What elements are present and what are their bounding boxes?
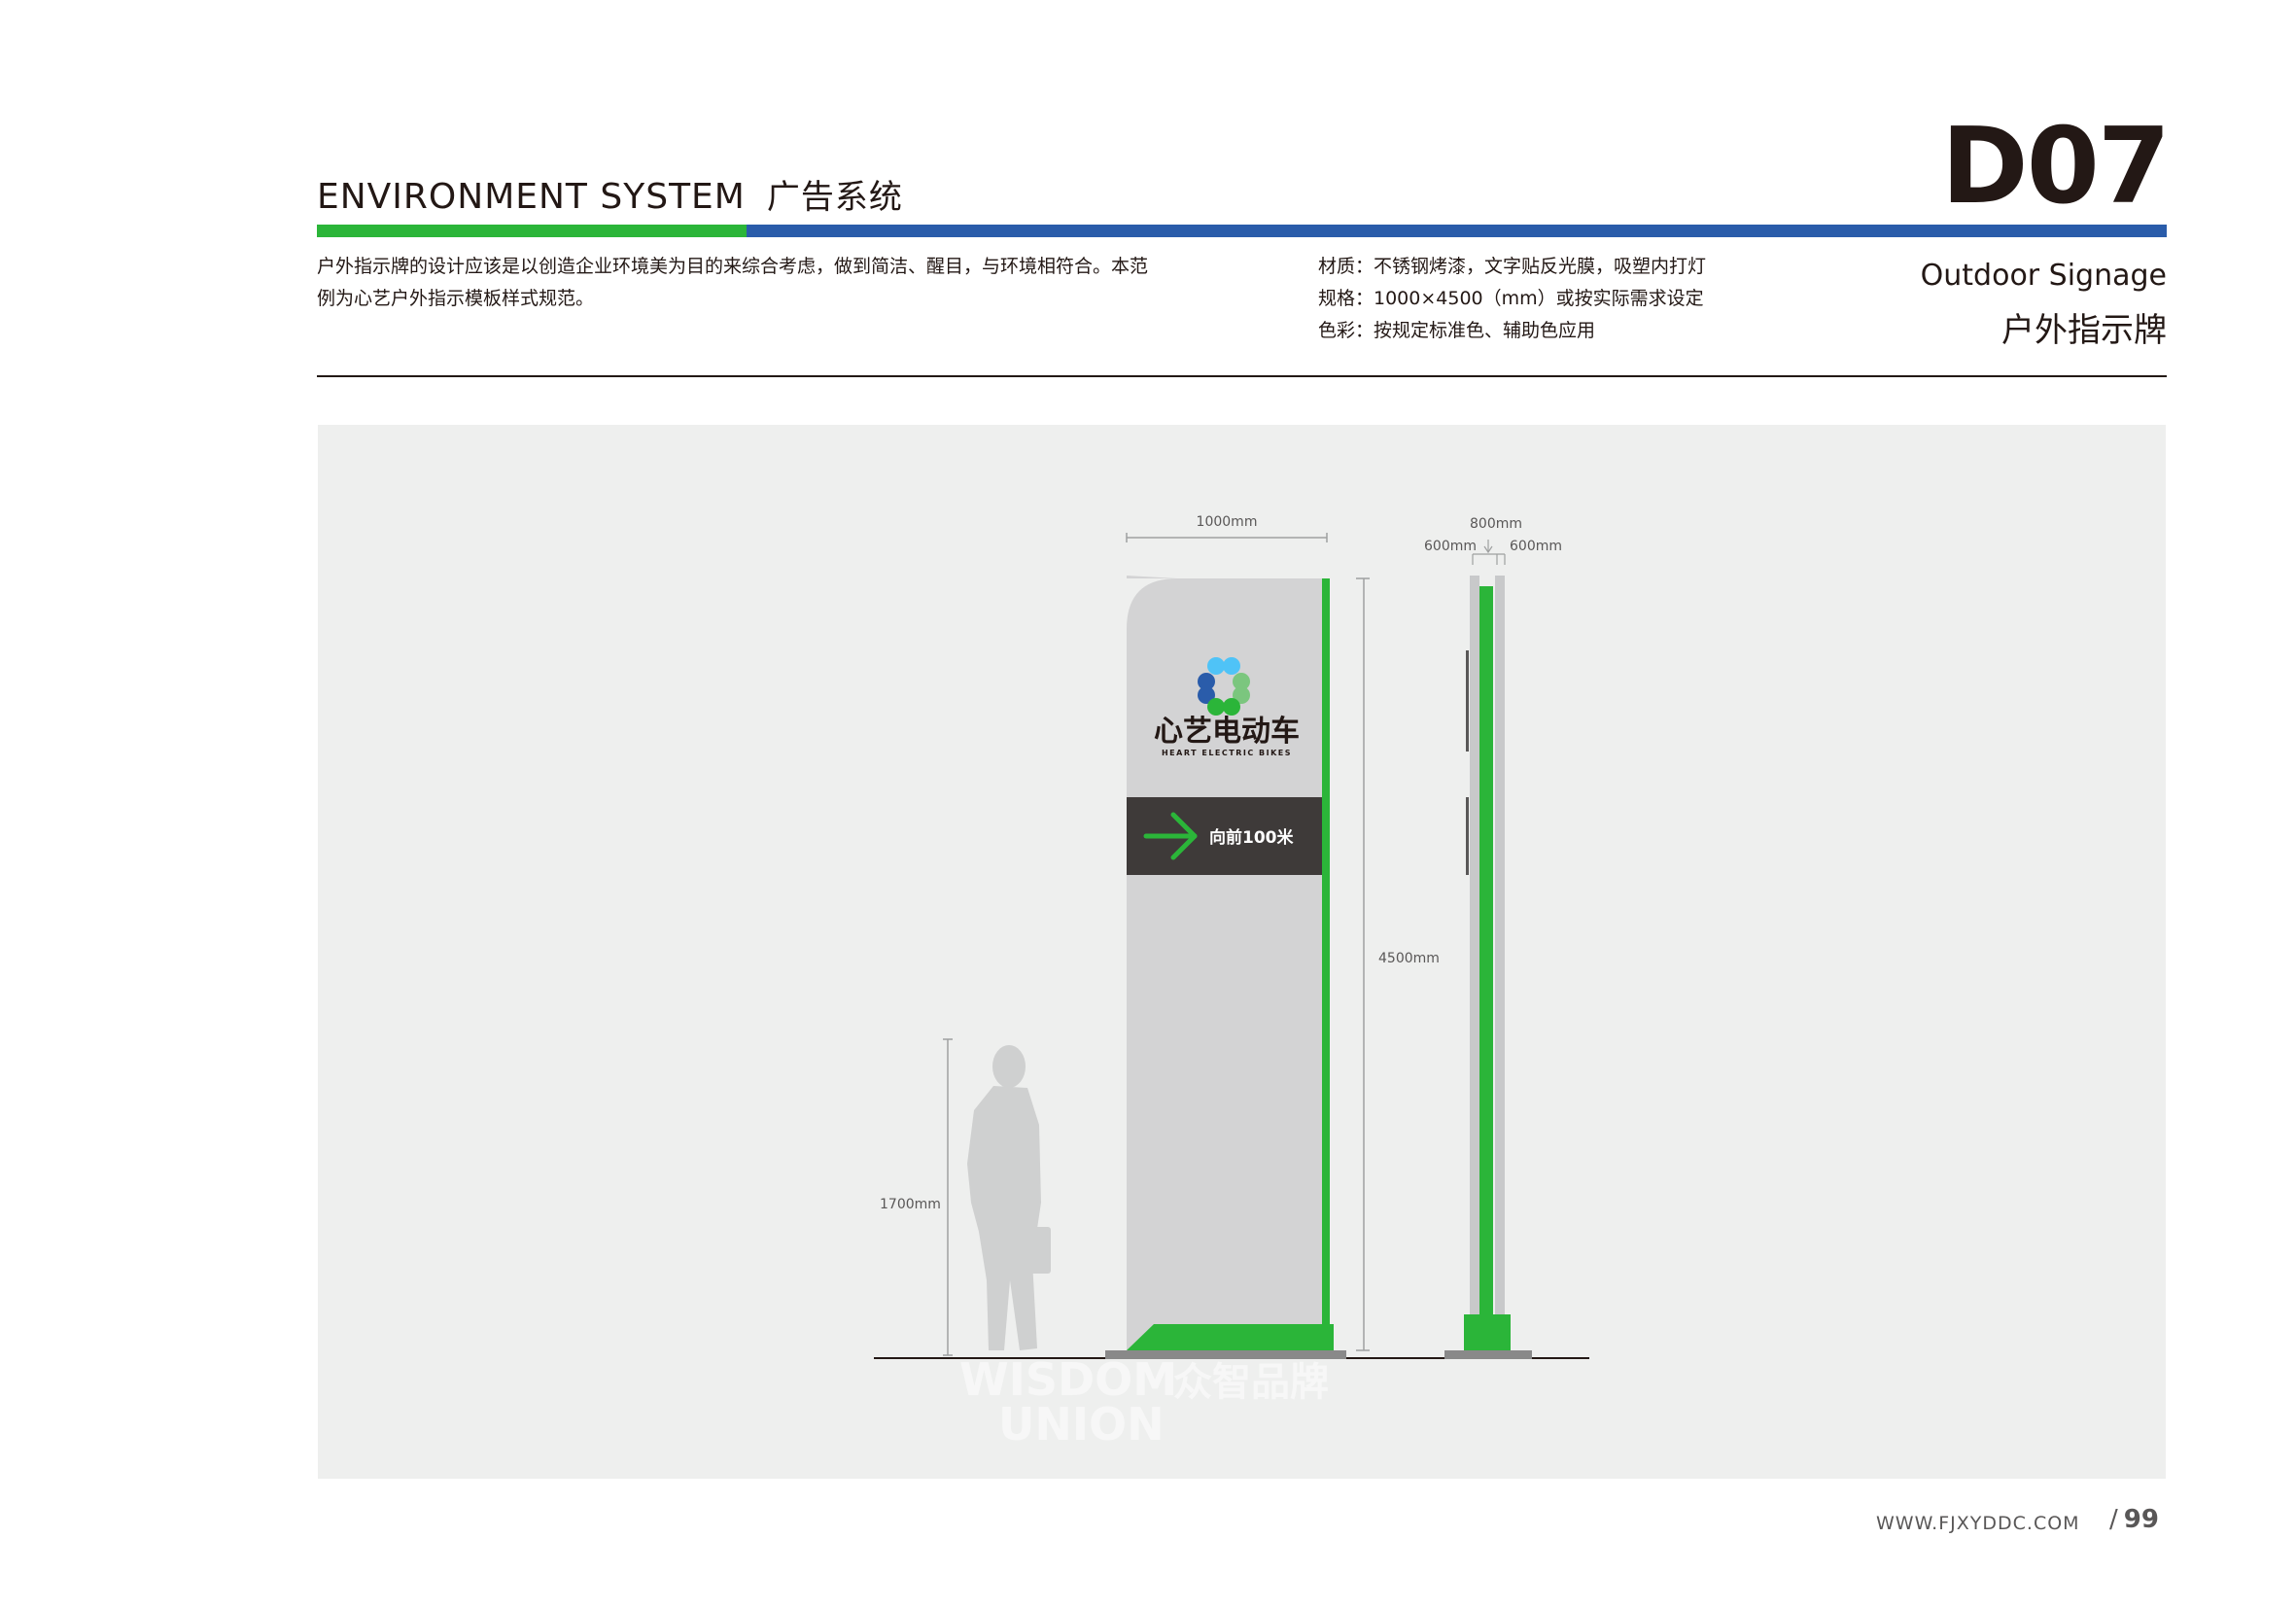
dim-depth-total-label: 800mm xyxy=(1470,516,1522,532)
watermark: WISDOM UNION 众智品牌 xyxy=(959,1353,1329,1451)
intro-line: 户外指示牌的设计应该是以创造企业环境美为目的来综合考虑，做到简洁、醒目，与环境相… xyxy=(317,256,1149,277)
header-bar-green xyxy=(317,225,747,237)
watermark-text-cn: 众智品牌 xyxy=(1173,1360,1329,1405)
watermark-text-2: UNION xyxy=(998,1398,1165,1451)
subtitle-cn: 户外指示牌 xyxy=(2001,311,2167,350)
dim-person-label: 1700mm xyxy=(880,1197,941,1212)
person-silhouette xyxy=(967,1045,1051,1350)
person-dimension xyxy=(943,1038,953,1356)
drawing-panel: WISDOM UNION 众智品牌 1700mm 心艺电动车 HEART ELE… xyxy=(318,425,2166,1479)
brand-name-en: HEART ELECTRIC BIKES xyxy=(1162,749,1292,757)
dim-width-label: 1000mm xyxy=(1197,514,1258,530)
sign-front-view: 心艺电动车 HEART ELECTRIC BIKES 向前100米 xyxy=(1105,576,1346,1359)
height-dimension xyxy=(1356,577,1370,1351)
signage-drawing: WISDOM UNION 众智品牌 1700mm 心艺电动车 HEART ELE… xyxy=(874,514,1589,1451)
header-title-en: ENVIRONMENT SYSTEM xyxy=(317,177,746,217)
sign-foot xyxy=(1105,1350,1346,1359)
direction-text: 向前100米 xyxy=(1209,827,1294,848)
dim-depth-left-label: 600mm xyxy=(1424,539,1477,554)
depth-dimension xyxy=(1472,540,1506,565)
footer-page-number: /99 xyxy=(2109,1505,2159,1534)
header-bar-blue xyxy=(747,225,2167,237)
brand-name-cn: 心艺电动车 xyxy=(1154,715,1300,749)
section-code: D07 xyxy=(1941,106,2171,227)
header-title: ENVIRONMENT SYSTEM 广告系统 xyxy=(317,170,903,218)
page-number: 99 xyxy=(2123,1505,2159,1534)
dim-height-label: 4500mm xyxy=(1378,951,1440,966)
spec-color: 色彩：按规定标准色、辅助色应用 xyxy=(1318,320,1596,341)
spec-size: 规格：1000×4500（mm）或按实际需求设定 xyxy=(1318,288,1704,309)
width-dimension xyxy=(1126,533,1328,542)
header-title-cn: 广告系统 xyxy=(766,178,903,217)
spec-material: 材质：不锈钢烤漆，文字贴反光膜，吸塑内打灯 xyxy=(1318,256,1707,277)
footer-url: WWW.FJXYDDC.COM xyxy=(1876,1513,2080,1534)
sign-side-view xyxy=(1444,576,1532,1359)
intro-text: 户外指示牌的设计应该是以创造企业环境美为目的来综合考虑，做到简洁、醒目，与环境相… xyxy=(317,251,1182,315)
header-divider xyxy=(317,375,2167,377)
sign-green-base xyxy=(1127,1324,1334,1350)
footer-slash: / xyxy=(2109,1505,2118,1534)
sign-green-edge xyxy=(1322,578,1330,1338)
intro-line: 例为心艺户外指示模板样式规范。 xyxy=(317,288,595,309)
spec-list: 材质：不锈钢烤漆，文字贴反光膜，吸塑内打灯 规格：1000×4500（mm）或按… xyxy=(1318,251,1746,347)
dim-depth-right-label: 600mm xyxy=(1510,539,1562,554)
subtitle-en: Outdoor Signage xyxy=(1920,259,2167,293)
